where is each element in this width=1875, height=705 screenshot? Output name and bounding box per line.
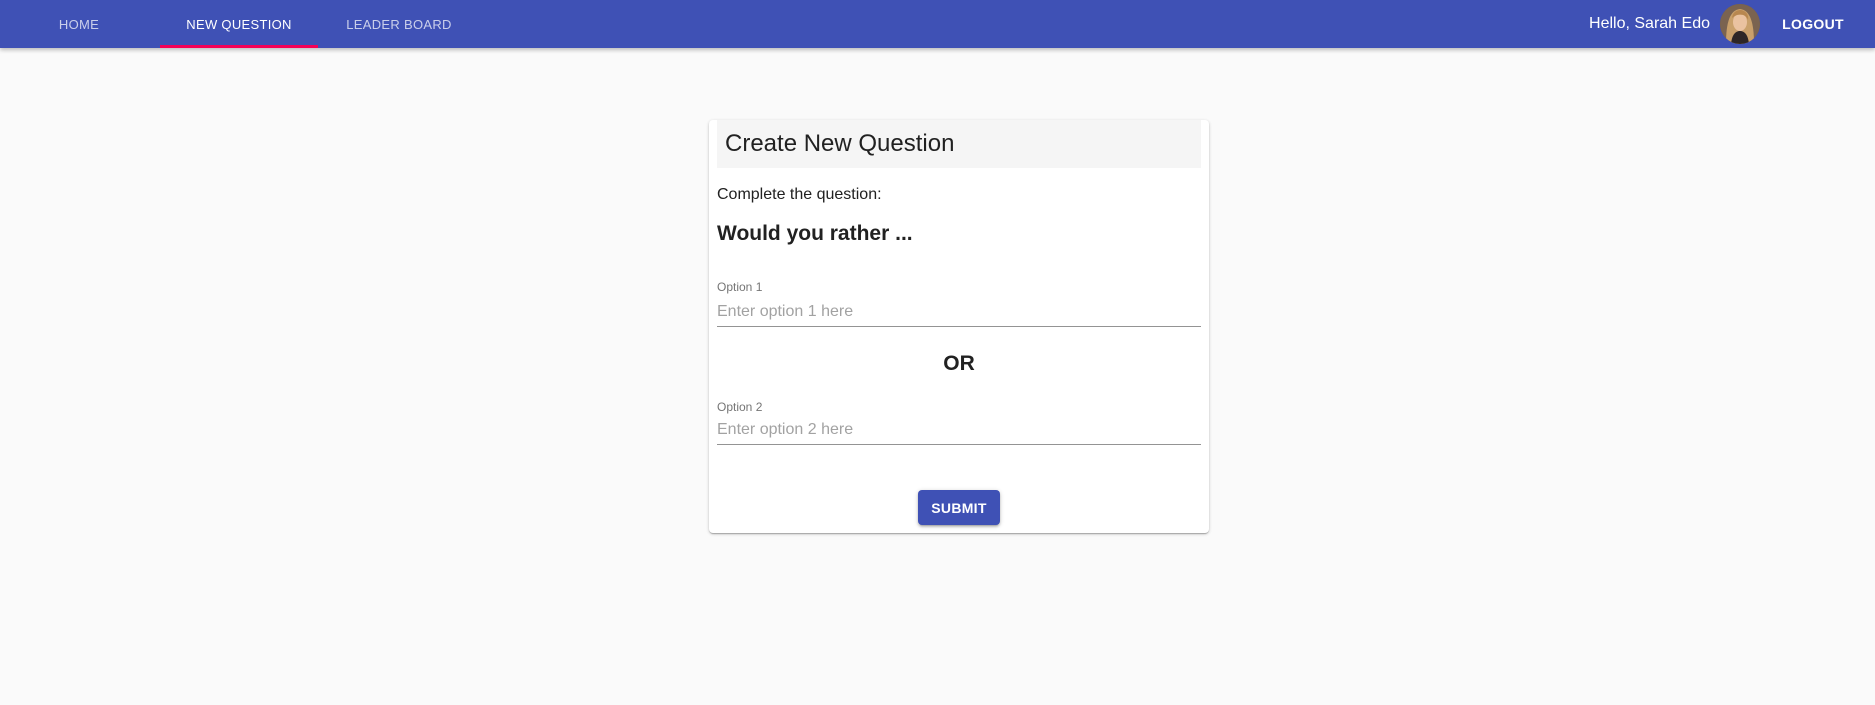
page-title: Create New Question <box>725 130 955 157</box>
submit-button[interactable]: SUBMIT <box>918 490 1000 525</box>
tab-home[interactable]: HOME <box>0 0 158 48</box>
active-tab-indicator <box>160 45 318 48</box>
tab-new-question[interactable]: NEW QUESTION <box>160 0 318 48</box>
user-avatar-icon <box>1720 4 1760 44</box>
option1-label: Option 1 <box>717 280 763 294</box>
card-header: Create New Question <box>717 120 1201 168</box>
avatar <box>1720 4 1760 44</box>
user-greeting: Hello, Sarah Edo <box>1589 15 1710 32</box>
app-bar: HOME NEW QUESTION LEADER BOARD Hello, Sa… <box>0 0 1875 48</box>
instruction-text: Complete the question: <box>717 186 882 203</box>
logout-button[interactable]: LOGOUT <box>1770 0 1856 48</box>
new-question-card: Create New Question Complete the questio… <box>709 120 1209 533</box>
tab-leader-board[interactable]: LEADER BOARD <box>320 0 478 48</box>
option2-label: Option 2 <box>717 400 763 414</box>
option1-input[interactable] <box>717 298 1201 327</box>
or-separator: OR <box>943 352 975 375</box>
question-heading: Would you rather ... <box>717 222 913 245</box>
option2-input[interactable] <box>717 416 1201 445</box>
